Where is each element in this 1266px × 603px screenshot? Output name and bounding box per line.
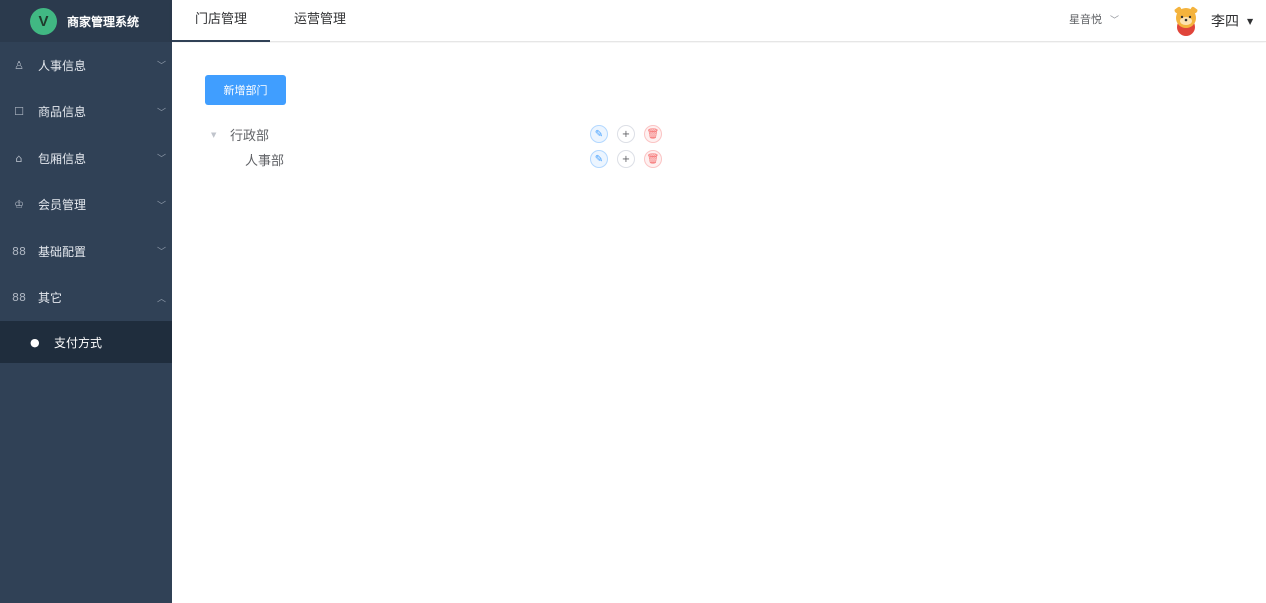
chevron-down-icon: ﹀ (156, 247, 166, 258)
chevron-down-icon: ﹀ (156, 108, 166, 119)
caret-down-icon[interactable]: ▼ (211, 131, 216, 139)
top-header: 门店管理 运营管理 星音悦 ﹀ 李四 ▼ (172, 0, 1266, 42)
sidebar-item-label: 其它 (38, 291, 63, 306)
node-actions: ✎ + 🗑 (590, 125, 671, 143)
logo: V 商家管理系统 (0, 0, 172, 42)
sidebar-item-label: 会员管理 (38, 198, 87, 213)
store-select[interactable]: 星音悦 ﹀ (1069, 0, 1119, 42)
trash-icon[interactable]: 🗑 (644, 125, 662, 143)
caret-down-icon: ▼ (1247, 16, 1254, 26)
chevron-down-icon: ﹀ (1110, 16, 1120, 26)
home-icon: ⌂ (15, 151, 23, 165)
tree-node[interactable]: ▼ 行政部 ✎ + 🗑 (205, 122, 675, 147)
trash-icon[interactable]: 🗑 (644, 150, 662, 168)
sidebar-item-label: 商品信息 (38, 105, 87, 120)
crown-icon: ♔ (14, 198, 24, 212)
logo-icon: V (30, 7, 57, 35)
node-actions: ✎ + 🗑 (590, 150, 671, 168)
sidebar-item-members[interactable]: ♔ 会员管理 ﹀ (0, 182, 172, 229)
chevron-up-icon: ︿ (156, 294, 166, 305)
sidebar-item-rooms[interactable]: ⌂ 包厢信息 ﹀ (0, 135, 172, 182)
chevron-down-icon: ﹀ (156, 201, 166, 212)
user-name: 李四 (1211, 14, 1239, 30)
money-bag-icon: ● (30, 335, 40, 349)
edit-icon[interactable]: ✎ (590, 150, 608, 168)
sidebar-subitem-payment[interactable]: ● 支付方式 (0, 321, 172, 363)
sidebar-item-label: 人事信息 (38, 58, 87, 73)
sidebar-item-personnel[interactable]: ♙ 人事信息 ﹀ (0, 42, 172, 89)
plus-icon[interactable]: + (617, 125, 635, 143)
grid-icon: 88 (12, 291, 26, 305)
user-menu[interactable]: 李四 ▼ (1170, 5, 1253, 37)
department-tree: ▼ 行政部 ✎ + 🗑 人事部 ✎ + 🗑 (205, 122, 675, 172)
chevron-down-icon: ﹀ (156, 154, 166, 165)
sidebar-subitem-label: 支付方式 (54, 335, 103, 350)
sidebar-item-products[interactable]: ☐ 商品信息 ﹀ (0, 89, 172, 136)
app-title: 商家管理系统 (67, 14, 140, 29)
sidebar-item-label: 基础配置 (38, 244, 87, 259)
store-name: 星音悦 (1069, 13, 1102, 26)
tree-node-label: 人事部 (245, 154, 285, 169)
tree-node-label: 行政部 (230, 129, 270, 144)
add-department-button[interactable]: 新增部门 (205, 75, 286, 105)
edit-icon[interactable]: ✎ (590, 125, 608, 143)
sidebar-item-label: 包厢信息 (38, 151, 87, 166)
sidebar-item-basic-config[interactable]: 88 基础配置 ﹀ (0, 228, 172, 275)
grid-icon: 88 (12, 244, 26, 258)
tab-operations-management[interactable]: 运营管理 (271, 0, 369, 42)
sidebar: V 商家管理系统 ♙ 人事信息 ﹀ ☐ 商品信息 ﹀ ⌂ 包厢信息 ﹀ ♔ 会员… (0, 0, 172, 603)
sidebar-item-other[interactable]: 88 其它 ︿ (0, 275, 172, 322)
avatar (1174, 6, 1198, 36)
user-icon: ♙ (14, 58, 24, 72)
chevron-down-icon: ﹀ (156, 61, 166, 72)
main-content: 新增部门 ▼ 行政部 ✎ + 🗑 人事部 ✎ + 🗑 (172, 43, 1266, 603)
plus-icon[interactable]: + (617, 150, 635, 168)
bag-icon: ☐ (14, 105, 24, 119)
tab-store-management[interactable]: 门店管理 (172, 0, 271, 42)
tree-node[interactable]: 人事部 ✎ + 🗑 (205, 147, 675, 172)
